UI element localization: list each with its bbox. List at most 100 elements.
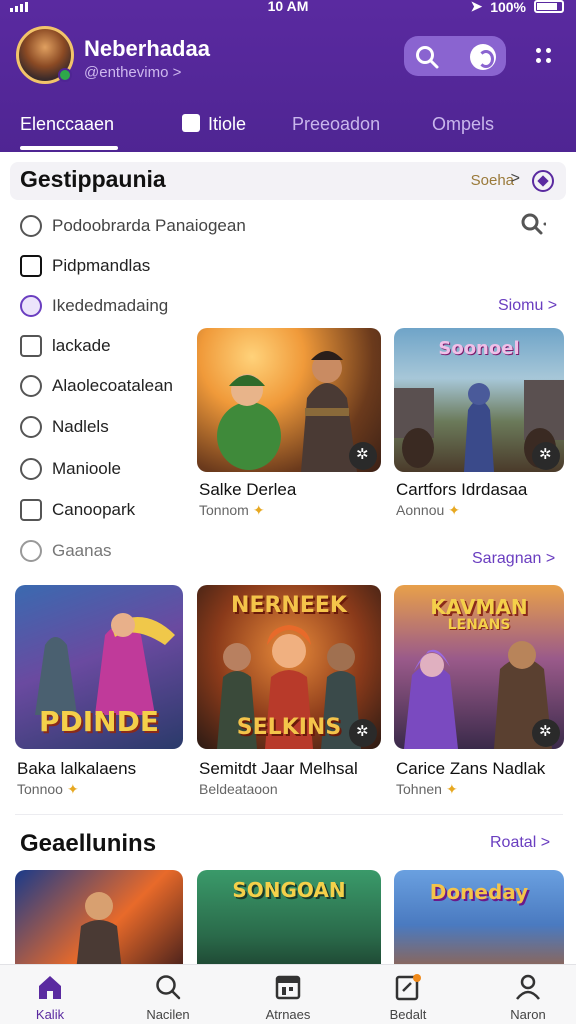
- chevron-right-icon[interactable]: >: [511, 170, 520, 188]
- game-card[interactable]: Soonoel Cartfors Idrdasaa Aonnou✦: [394, 328, 564, 528]
- game-art-subtitle: LENANS: [447, 617, 511, 633]
- nav-label: Naron: [510, 1007, 546, 1022]
- game-cover-image: [197, 328, 381, 472]
- circle-icon: [20, 295, 42, 317]
- game-card[interactable]: KAVMAN LENANS Carice Zans Nadlak Tohnen✦: [394, 585, 564, 805]
- menu-item-8[interactable]: Gaanas: [20, 537, 112, 565]
- tab-label: Elenccaaen: [20, 114, 115, 134]
- active-tab-indicator: [20, 146, 118, 150]
- game-title: Semitdt Jaar Melhsal: [199, 759, 358, 778]
- bookmark-icon: [20, 335, 42, 357]
- app-header: 10 AM ➤ 100% Neberhadaa @enthevimo > Ele…: [0, 0, 576, 152]
- tab-label: Ompels: [432, 114, 495, 134]
- battery-percent: 100%: [490, 0, 526, 15]
- location-icon: ➤: [470, 0, 483, 14]
- game-art-title: NERNEEK: [231, 593, 347, 618]
- profile-icon: [516, 974, 540, 1000]
- game-card[interactable]: Doneday: [394, 870, 564, 980]
- nav-item-calendar[interactable]: Atrnaes: [238, 965, 338, 1024]
- game-card[interactable]: Salke Derlea Tonnom✦: [197, 328, 381, 528]
- flag-icon: [20, 255, 42, 277]
- game-card[interactable]: SONGOAN: [197, 870, 381, 980]
- menu-item-7[interactable]: Canoopark: [20, 496, 135, 524]
- search-icon: [156, 975, 181, 1000]
- search-user-icon: [20, 215, 42, 237]
- see-more-link[interactable]: Roatal >: [490, 834, 550, 852]
- game-title: Carice Zans Nadlak: [396, 759, 546, 778]
- menu-item-label: Nadlels: [52, 417, 109, 436]
- game-art-title: Soonoel: [438, 338, 520, 359]
- game-art-title: PDINDE: [39, 705, 159, 738]
- game-subtitle-text: Tonnoo: [17, 781, 63, 797]
- nav-item-search[interactable]: Nacilen: [118, 965, 218, 1024]
- see-more-link[interactable]: Siomu >: [498, 297, 557, 315]
- game-art-title: Doneday: [429, 880, 529, 904]
- gear-icon[interactable]: [532, 442, 560, 470]
- game-art-title: SONGOAN: [232, 878, 346, 902]
- game-subtitle-text: Tonnom: [199, 502, 249, 518]
- nav-item-home[interactable]: Kalik: [0, 965, 100, 1024]
- game-card[interactable]: PDINDE Baka lalkalaens Tonnoo ✦: [15, 585, 183, 805]
- card-icon: [20, 499, 42, 521]
- game-subtitle-text: Tohnen: [396, 781, 442, 797]
- trophy-icon: [20, 375, 42, 397]
- menu-item-4[interactable]: Alaolecoatalean: [20, 372, 173, 400]
- menu-item-1[interactable]: Pidpmandlas: [20, 252, 150, 280]
- menu-item-label: Canoopark: [52, 500, 136, 519]
- target-icon: [20, 540, 42, 562]
- game-card[interactable]: NERNEEK SELKINS Semitdt Jaar Melhsal Bel…: [197, 585, 381, 805]
- game-subtitle-text: Aonnou: [396, 502, 445, 518]
- menu-item-label: lackade: [52, 336, 111, 355]
- section-title: Gestippaunia: [20, 166, 166, 192]
- menu-grid-icon[interactable]: [536, 48, 552, 64]
- nav-item-profile[interactable]: Naron: [478, 965, 576, 1024]
- section-title: Geaellunins: [20, 830, 157, 857]
- online-status-icon: [58, 68, 72, 82]
- refresh-icon[interactable]: [470, 44, 496, 70]
- nav-label: Bedalt: [389, 1007, 427, 1022]
- refresh-icon: [20, 458, 42, 480]
- nav-item-edit[interactable]: Bedalt: [358, 965, 458, 1024]
- menu-item-3[interactable]: lackade: [20, 332, 111, 360]
- game-cover-image: NERNEEK SELKINS: [197, 585, 381, 749]
- tab-0[interactable]: Elenccaaen: [20, 114, 114, 135]
- game-subtitle: Beldeataoon: [199, 781, 278, 797]
- compass-icon[interactable]: [532, 170, 554, 192]
- status-bar: 10 AM ➤ 100%: [0, 0, 576, 15]
- game-cover-image: Soonoel: [394, 328, 564, 472]
- nav-label: Kalik: [35, 1007, 65, 1022]
- section-link[interactable]: Soeha: [471, 172, 514, 189]
- tab-2[interactable]: Preeoadon: [292, 114, 380, 135]
- status-right: ➤ 100%: [470, 0, 564, 15]
- tab-1[interactable]: Itiole: [182, 114, 246, 135]
- menu-item-label: Ikededmadaing: [52, 296, 169, 315]
- menu-item-0[interactable]: Podoobrarda Panaiogean: [20, 212, 246, 240]
- menu-item-label: Gaanas: [52, 541, 112, 560]
- user-handle[interactable]: @enthevimo >: [84, 64, 181, 81]
- sparkle-icon: ✦: [448, 502, 461, 518]
- tab-3[interactable]: Ompels: [432, 114, 494, 135]
- home-icon: [39, 976, 61, 999]
- menu-item-label: Manioole: [52, 459, 121, 478]
- game-subtitle: Tonnom ✦: [199, 502, 265, 519]
- game-title: Salke Derlea: [199, 480, 297, 499]
- see-more-link[interactable]: Saragnan >: [472, 550, 555, 568]
- menu-item-5[interactable]: Nadlels: [20, 413, 109, 441]
- gear-icon[interactable]: [532, 719, 560, 747]
- sparkle-icon: ✦: [252, 502, 265, 518]
- menu-item-2[interactable]: Ikededmadaing: [20, 292, 168, 320]
- game-card[interactable]: [15, 870, 183, 980]
- gear-icon[interactable]: [349, 442, 377, 470]
- nav-label: Atrnaes: [265, 1007, 311, 1022]
- calendar-icon: [275, 975, 301, 1000]
- game-subtitle: Aonnou ✦: [396, 502, 460, 519]
- game-cover-image: PDINDE: [15, 585, 183, 749]
- game-subtitle: Tonnoo ✦: [17, 781, 79, 798]
- tab-label: Preeoadon: [292, 114, 381, 134]
- search-icon[interactable]: [520, 212, 546, 238]
- gear-icon[interactable]: [349, 719, 377, 747]
- search-icon[interactable]: [414, 44, 440, 70]
- menu-item-6[interactable]: Manioole: [20, 455, 121, 483]
- nav-label: Nacilen: [146, 1007, 190, 1022]
- location-icon: [20, 416, 42, 438]
